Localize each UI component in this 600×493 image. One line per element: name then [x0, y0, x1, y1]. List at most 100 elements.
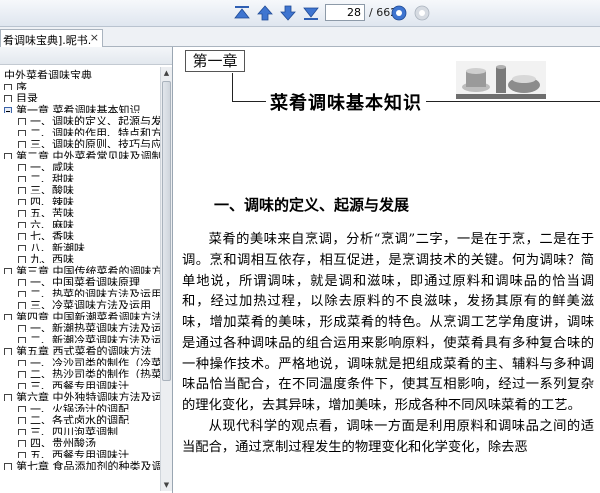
scrollbar-thumb[interactable]	[162, 81, 171, 381]
bookmark-item[interactable]: 一、调味的定义、起源与发	[0, 113, 160, 125]
kitchenware-photo	[456, 61, 546, 99]
bookmark-item[interactable]: 四、贵州酸汤	[0, 435, 160, 447]
bookmark-label: 三、冷菜调味方法及运用	[30, 299, 151, 309]
bookmark-item[interactable]: 一、新潮热菜调味方法及运	[0, 320, 160, 332]
bookmark-label: 二、各式卤水的调配	[30, 414, 129, 424]
bookmark-scrollbar[interactable]: ▲ ▼	[160, 67, 172, 491]
bookmark-label: 第三章 中国传统菜肴的调味方	[16, 264, 160, 275]
bookmark-label: 二、甜味	[30, 172, 74, 183]
bookmark-label: 四、辣味	[30, 195, 74, 206]
bookmark-item[interactable]: 一、咸味	[0, 159, 160, 171]
bookmark-label: 二、调味的作用、特点和方	[30, 126, 160, 137]
bookmark-item[interactable]: 第五章 西式菜肴的调味方法	[0, 343, 160, 355]
bookmark-item[interactable]: 一、中国菜肴调味原理	[0, 274, 160, 286]
bookmark-item[interactable]: 五、西餐专用调味汁	[0, 447, 160, 459]
section-title: 一、调味的定义、起源与发展	[214, 196, 410, 214]
next-page-button[interactable]	[279, 4, 297, 22]
bookmark-label: 二、热菜的调味方法及运用	[30, 287, 160, 298]
scroll-down-icon[interactable]: ▼	[162, 480, 171, 490]
bookmark-label: 三、调味的原则、技巧与应	[30, 138, 160, 148]
bookmark-item[interactable]: 六、麻味	[0, 217, 160, 228]
bookmark-label: 第一章 菜肴调味基本知识	[16, 103, 141, 114]
body-text: 菜肴的美味来自烹调，分析“烹调”二字，一是在于烹，二是在于调。烹和调相互依存，相…	[182, 230, 594, 458]
bookmark-label: 三、酸味	[30, 184, 74, 194]
bookmark-label: 一、中国菜肴调味原理	[30, 276, 140, 286]
bookmark-item[interactable]: 目录	[0, 90, 160, 102]
last-page-button[interactable]	[302, 4, 320, 22]
bookmark-item[interactable]: 中外菜肴调味宝典	[0, 67, 160, 79]
bookmark-item[interactable]: 八、新潮味	[0, 240, 160, 252]
tab-strip: 肴调味宝典].昵书.... ×	[0, 27, 600, 47]
bookmark-item[interactable]: 三、调味的原则、技巧与应	[0, 136, 160, 148]
bookmark-item[interactable]: 第七章 食品添加剂的种类及调	[0, 458, 160, 470]
bookmarks-panel: 中外菜肴调味宝典序目录 第一章 菜肴调味基本知识 一、调味的定义、起源与发 二、调味的…	[0, 47, 173, 493]
bookmark-item[interactable]: 三、西餐专用调味汁	[0, 378, 160, 390]
bookmark-item[interactable]: 第三章 中国传统菜肴的调味方	[0, 263, 160, 275]
scroll-up-icon[interactable]: ▲	[162, 68, 171, 78]
previous-page-button[interactable]	[256, 4, 274, 22]
bookmark-label: 七、香味	[30, 230, 74, 240]
chapter-title: 菜肴调味基本知识	[266, 89, 426, 115]
bookmark-label: 第二章 中外菜肴常见味及调制	[16, 149, 160, 160]
bookmark-item[interactable]: 三、酸味	[0, 182, 160, 194]
bookmark-item[interactable]: 第四章 中国新潮菜肴调味方法	[0, 309, 160, 321]
bookmark-tree: 中外菜肴调味宝典序目录 第一章 菜肴调味基本知识 一、调味的定义、起源与发 二、调味的…	[0, 67, 160, 491]
first-page-icon	[234, 6, 250, 19]
go-circle-icon	[391, 5, 407, 21]
bookmark-label: 中外菜肴调味宝典	[4, 69, 92, 79]
bookmark-label: 第四章 中国新潮菜肴调味方法	[16, 310, 160, 321]
bookmark-item[interactable]: 四、辣味	[0, 194, 160, 206]
chapter-label: 第一章	[185, 50, 245, 72]
close-icon[interactable]: ×	[90, 31, 99, 44]
bookmark-label: 二、新潮冷菜调味方法及运	[30, 333, 160, 344]
bookmark-label: 一、新潮热菜调味方法及运	[30, 322, 160, 332]
pdf-reader-window: / 662 肴调味宝典].昵书.... × 中外菜肴调味宝典序目录第一章 菜肴调…	[0, 0, 600, 493]
bookmark-item[interactable]: 五、苦味	[0, 205, 160, 217]
bookmark-item[interactable]: 九、西味	[0, 251, 160, 263]
bookmark-label: 一、调味的定义、起源与发	[30, 115, 160, 125]
arrow-down-icon	[280, 5, 296, 21]
bookmark-label: 五、苦味	[30, 207, 74, 217]
bookmark-item[interactable]: 二、调味的作用、特点和方	[0, 125, 160, 137]
bookmark-page-icon	[4, 463, 12, 470]
first-page-button[interactable]	[233, 4, 251, 22]
body-paragraph: 从现代科学的观点看，调味一方面是利用原料和调味品之间的适当配合，通过烹制过程发生…	[182, 418, 594, 455]
bookmark-item[interactable]: 一、火锅汤汁的调配	[0, 401, 160, 413]
bookmark-item[interactable]: 第六章 中外独特调味方法及运	[0, 389, 160, 401]
bookmark-item[interactable]: 三、冷菜调味方法及运用	[0, 297, 160, 309]
last-page-icon	[303, 7, 319, 20]
bookmark-label: 三、西餐专用调味汁	[30, 379, 129, 390]
go-back-button[interactable]	[413, 4, 431, 22]
bookmark-item[interactable]: 二、热菜的调味方法及运用	[0, 286, 160, 298]
bookmark-label: 一、咸味	[30, 161, 74, 171]
bookmark-label: 三、四川泡菜调制	[30, 425, 118, 436]
document-page: 第一章 菜肴调味基本知识 一、调味的定义、起源与发展 菜肴的美味来自烹调，分析“…	[174, 47, 600, 493]
bookmark-item[interactable]: 二、各式卤水的调配	[0, 412, 160, 424]
bookmark-item[interactable]: 二、甜味	[0, 171, 160, 183]
bookmark-item[interactable]: 序	[0, 79, 160, 91]
document-tab[interactable]: 肴调味宝典].昵书.... ×	[0, 29, 103, 47]
bookmarks-panel-header	[0, 47, 172, 65]
back-circle-icon	[414, 5, 430, 21]
bookmark-label: 第七章 食品添加剂的种类及调	[16, 460, 160, 470]
page-number-input[interactable]	[325, 4, 365, 21]
bookmark-label: 八、新潮味	[30, 241, 85, 252]
bookmark-item[interactable]: 一、冷沙司类的制作（冷菜	[0, 355, 160, 366]
bookmark-label: 二、热沙司类的制作（热菜	[30, 368, 160, 378]
bookmark-item[interactable]: 第一章 菜肴调味基本知识	[0, 102, 160, 114]
bookmark-label: 九、西味	[30, 253, 74, 263]
bookmark-label: 第六章 中外独特调味方法及运	[16, 391, 160, 401]
bookmark-item[interactable]: 三、四川泡菜调制	[0, 424, 160, 436]
bookmark-item[interactable]: 七、香味	[0, 228, 160, 240]
bookmark-label: 序	[16, 80, 27, 91]
go-forward-button[interactable]	[390, 4, 408, 22]
bookmark-item[interactable]: 二、热沙司类的制作（热菜	[0, 366, 160, 378]
arrow-up-icon	[257, 5, 273, 21]
toolbar: / 662	[0, 0, 600, 27]
bookmark-label: 一、火锅汤汁的调配	[30, 402, 129, 413]
bookmark-item[interactable]: 二、新潮冷菜调味方法及运	[0, 332, 160, 344]
body-paragraph: 菜肴的美味来自烹调，分析“烹调”二字，一是在于烹，二是在于调。烹和调相互依存，相…	[182, 232, 594, 413]
bookmark-item[interactable]: 第二章 中外菜肴常见味及调制	[0, 148, 160, 160]
bookmark-label: 五、西餐专用调味汁	[30, 448, 129, 459]
bookmark-label: 第五章 西式菜肴的调味方法	[16, 345, 152, 355]
